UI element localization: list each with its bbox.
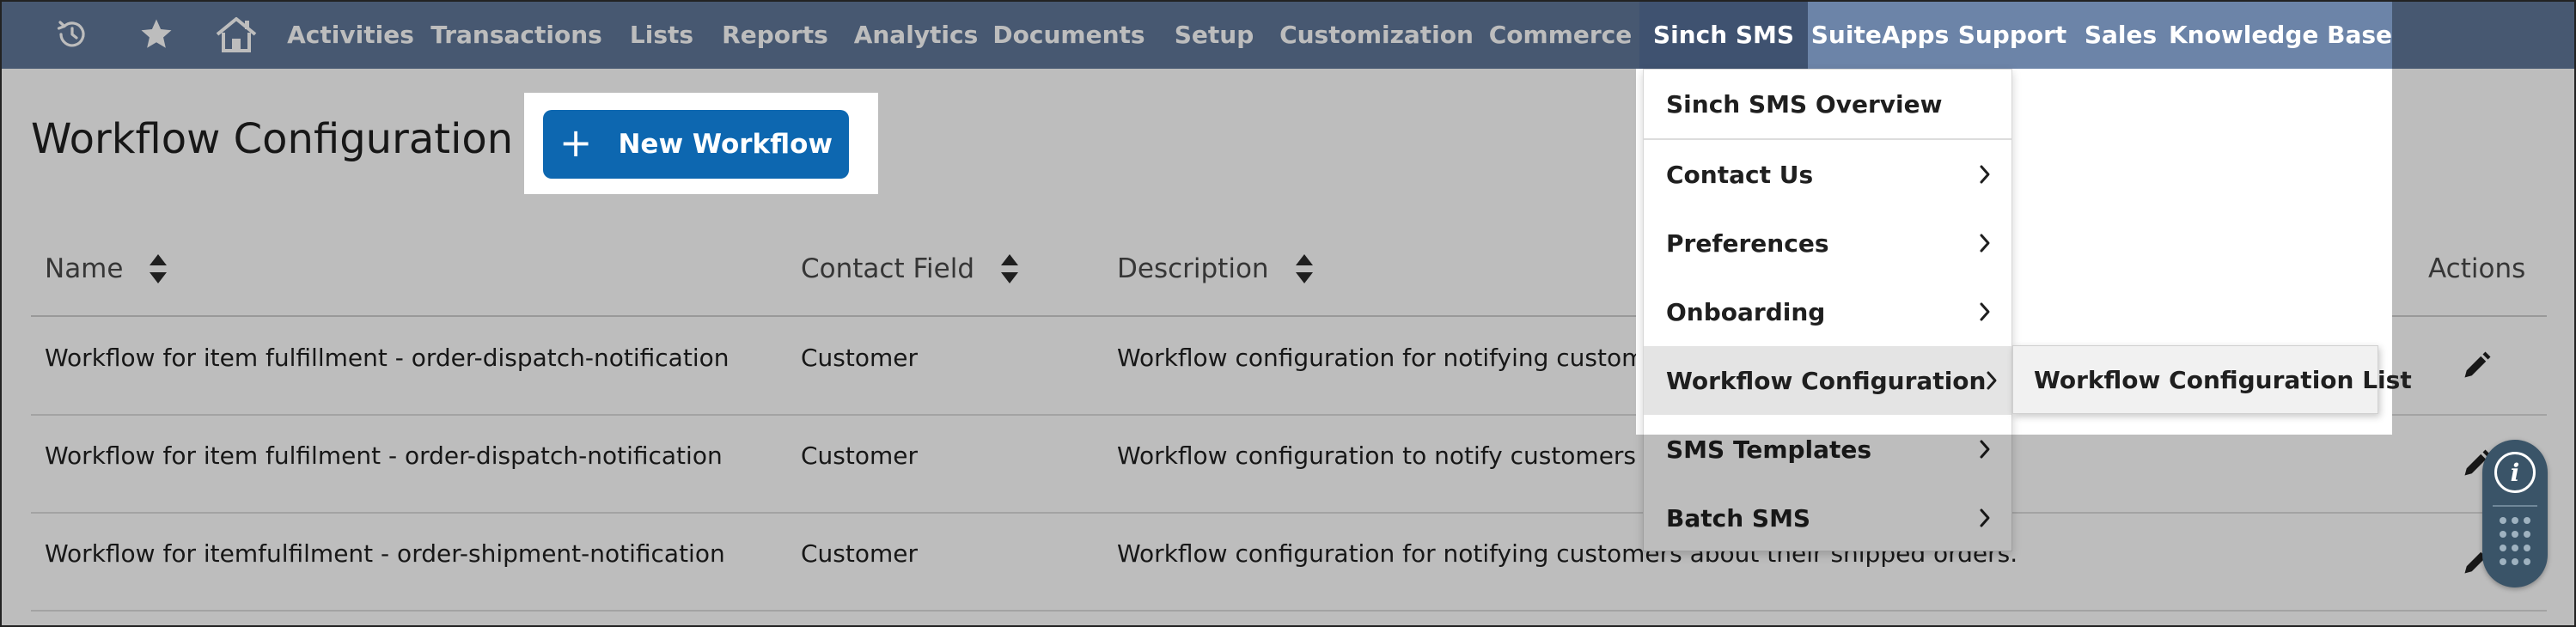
nav-commerce[interactable]: Commerce (1489, 0, 1633, 69)
menu-item-preferences[interactable]: Preferences (1644, 209, 2011, 277)
nav-documents[interactable]: Documents (992, 0, 1145, 69)
table-row-1-name: Workflow for item fulfillment - order-di… (45, 344, 729, 372)
menu-item-label: Sinch SMS Overview (1666, 89, 1943, 119)
nav-suiteapps[interactable]: SuiteApps (1808, 0, 1952, 69)
drag-handle-icon[interactable] (2500, 517, 2530, 569)
new-workflow-button-highlighted-label: New Workflow (618, 129, 833, 160)
menu-item-sms-templates[interactable]: SMS Templates (1644, 415, 2011, 484)
table-row-1-description: Workflow configuration for notifying cus… (1117, 344, 1682, 372)
sinch-sms-dropdown-menu: Sinch SMS Overview Contact Us Preference… (1643, 69, 2012, 551)
home-icon[interactable] (211, 0, 261, 69)
nav-knowledge-base[interactable]: Knowledge Base (2169, 0, 2392, 69)
menu-item-onboarding[interactable]: Onboarding (1644, 277, 2011, 346)
table-row-1-contact-field: Customer (801, 344, 919, 372)
column-header-contact-field-label: Contact Field (801, 253, 975, 284)
nav-transactions[interactable]: Transactions (430, 0, 602, 69)
column-header-description-label: Description (1117, 253, 1269, 284)
menu-item-batch-sms[interactable]: Batch SMS (1644, 484, 2011, 552)
table-row-3-name: Workflow for itemfulfilment - order-ship… (45, 539, 725, 568)
menu-item-label: Preferences (1666, 228, 1829, 258)
menu-item-contact-us[interactable]: Contact Us (1644, 140, 2011, 209)
submenu-item-workflow-configuration-list[interactable]: Workflow Configuration List (2012, 345, 2412, 414)
info-icon[interactable]: i (2494, 452, 2536, 493)
nav-analytics[interactable]: Analytics (854, 0, 979, 69)
chevron-right-icon (1979, 164, 1991, 185)
menu-item-sinch-sms-overview[interactable]: Sinch SMS Overview (1644, 70, 2011, 138)
row-divider (31, 512, 2547, 514)
table-row-2-name: Workflow for item fulfilment - order-dis… (45, 441, 723, 470)
help-widget: i (2482, 440, 2548, 587)
menu-item-label: Workflow Configuration (1666, 366, 1987, 395)
menu-item-label: SMS Templates (1666, 435, 1872, 464)
nav-support[interactable]: Support (1952, 0, 2072, 69)
help-widget-divider (2493, 505, 2537, 507)
column-header-description[interactable]: Description (1117, 250, 1314, 288)
column-header-contact-field[interactable]: Contact Field (801, 250, 1019, 288)
new-workflow-button-highlighted[interactable]: + New Workflow (543, 110, 849, 179)
sort-icon (1001, 254, 1019, 283)
column-header-actions: Actions (2428, 250, 2525, 288)
table-row-2-description: Workflow configuration to notify custome… (1117, 441, 1688, 470)
sort-icon (1295, 254, 1313, 283)
table-row-2-contact-field: Customer (801, 441, 919, 470)
chevron-right-icon (1979, 233, 1991, 253)
nav-sinch-sms[interactable]: Sinch SMS (1639, 0, 1808, 69)
submenu-item-label: Workflow Configuration List (2034, 365, 2412, 394)
nav-reports[interactable]: Reports (718, 0, 832, 69)
star-icon[interactable] (132, 0, 180, 69)
sort-icon (150, 254, 168, 283)
row-divider (31, 610, 2547, 612)
column-header-name-label: Name (45, 253, 124, 284)
plus-icon: + (559, 119, 593, 166)
nav-customization[interactable]: Customization (1279, 0, 1474, 69)
chevron-right-icon (1979, 508, 1991, 528)
nav-lists[interactable]: Lists (625, 0, 699, 69)
nav-setup[interactable]: Setup (1172, 0, 1256, 69)
menu-item-label: Contact Us (1666, 160, 1814, 189)
column-header-actions-label: Actions (2428, 253, 2526, 284)
edit-icon[interactable] (2459, 349, 2494, 383)
recent-records-icon[interactable] (48, 0, 96, 69)
table-row-3-contact-field: Customer (801, 539, 919, 568)
chevron-right-icon (1986, 370, 1998, 391)
menu-item-label: Onboarding (1666, 297, 1826, 326)
nav-activities[interactable]: Activities (287, 0, 414, 69)
chevron-right-icon (1979, 301, 1991, 322)
column-header-name[interactable]: Name (45, 250, 168, 288)
page-title: Workflow Configuration (31, 115, 514, 163)
menu-item-workflow-configuration[interactable]: Workflow Configuration (1644, 346, 2011, 415)
chevron-right-icon (1979, 439, 1991, 460)
nav-sales[interactable]: Sales (2072, 0, 2169, 69)
menu-item-label: Batch SMS (1666, 503, 1811, 533)
